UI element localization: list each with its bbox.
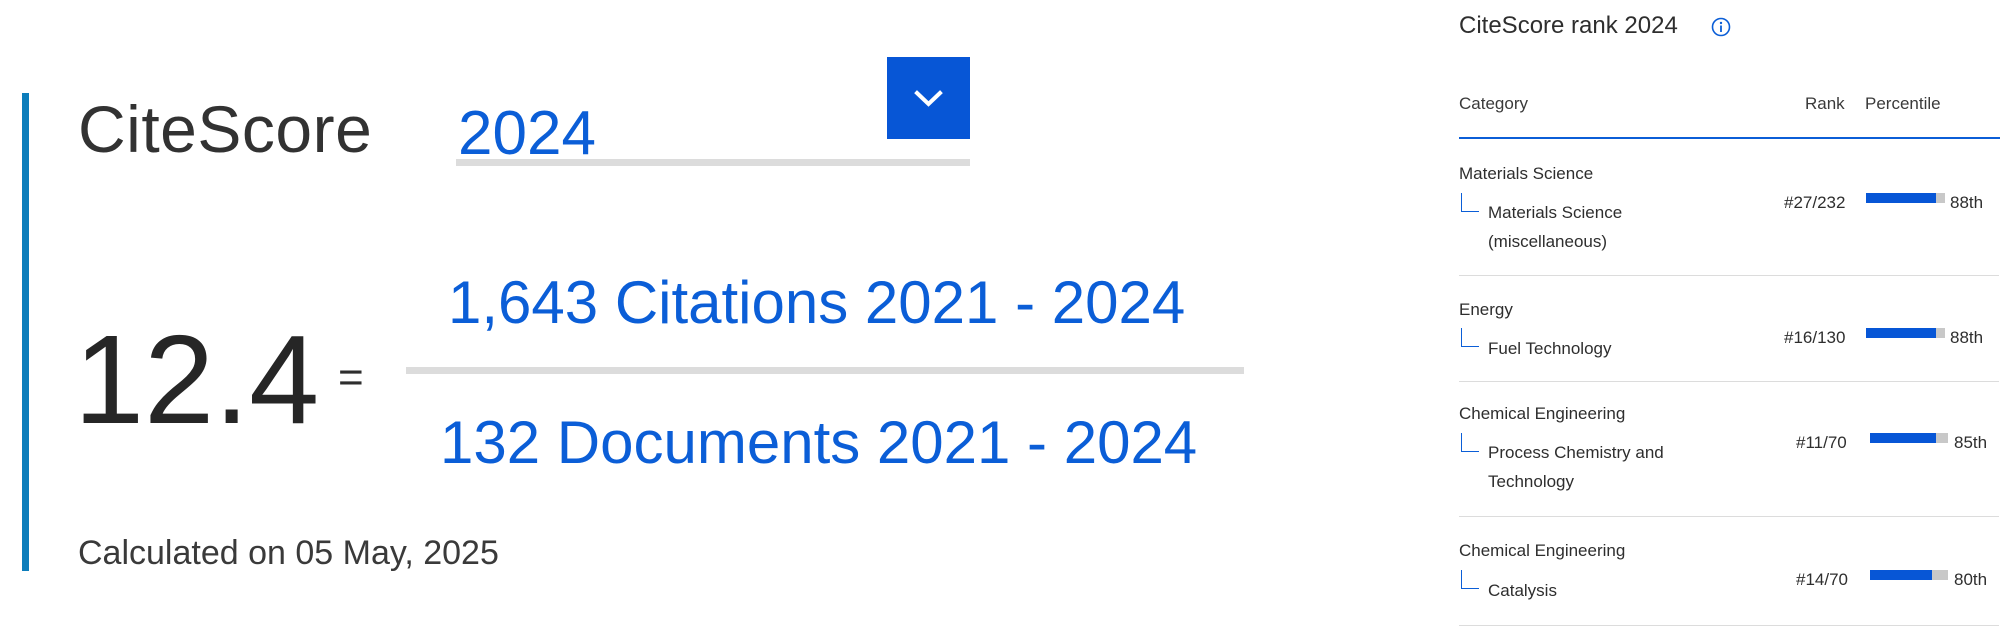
chevron-down-icon	[914, 90, 943, 107]
row-subcategory[interactable]: Catalysis	[1488, 576, 1708, 605]
row-category[interactable]: Chemical Engineering	[1459, 402, 1625, 426]
info-icon[interactable]	[1711, 17, 1731, 37]
row-category[interactable]: Chemical Engineering	[1459, 539, 1625, 563]
year-select[interactable]: 2024	[456, 57, 970, 168]
column-header-rank: Rank	[1805, 94, 1845, 113]
row-category[interactable]: Energy	[1459, 298, 1513, 322]
calculated-date: Calculated on 05 May, 2025	[78, 534, 499, 572]
row-subcategory[interactable]: Materials Science (miscellaneous)	[1488, 198, 1708, 256]
column-header-percentile: Percentile	[1865, 94, 1941, 113]
percentile-bar-fill	[1866, 328, 1936, 338]
row-subcategory[interactable]: Fuel Technology	[1488, 334, 1708, 363]
year-dropdown-button[interactable]	[887, 57, 970, 139]
citations-link[interactable]: 1,643 Citations 2021 - 2024	[448, 262, 1185, 344]
percentile-bar	[1870, 570, 1948, 580]
tree-connector	[1461, 193, 1479, 212]
percentile-bar-fill	[1866, 193, 1936, 203]
tree-connector	[1461, 570, 1479, 589]
year-select-underline	[456, 159, 970, 166]
fraction-divider	[406, 367, 1244, 374]
citescore-value: 12.4	[74, 309, 320, 450]
tree-connector	[1461, 328, 1479, 347]
row-separator	[1459, 275, 1999, 276]
header-rule	[1459, 137, 2000, 139]
rank-panel-title: CiteScore rank 2024	[1459, 12, 1678, 39]
row-rank: #27/232	[1784, 193, 1846, 212]
row-rank: #11/70	[1796, 433, 1847, 452]
row-separator	[1459, 625, 1999, 626]
documents-link[interactable]: 132 Documents 2021 - 2024	[440, 402, 1197, 484]
percentile-bar-fill	[1870, 570, 1933, 580]
row-percentile: 80th	[1954, 570, 1988, 589]
tree-connector	[1461, 433, 1479, 452]
accent-bar	[22, 93, 29, 571]
column-header-category: Category	[1459, 94, 1528, 113]
row-rank: #16/130	[1784, 328, 1846, 347]
percentile-bar	[1866, 193, 1945, 203]
percentile-bar	[1870, 433, 1948, 443]
row-category[interactable]: Materials Science	[1459, 162, 1593, 186]
equals-sign: =	[338, 353, 364, 402]
citescore-label: CiteScore	[78, 92, 373, 166]
row-separator	[1459, 381, 1999, 382]
row-separator	[1459, 516, 1999, 517]
percentile-bar	[1866, 328, 1945, 338]
row-subcategory[interactable]: Process Chemistry and Technology	[1488, 438, 1698, 496]
row-percentile: 88th	[1950, 193, 1984, 212]
percentile-bar-fill	[1870, 433, 1937, 443]
row-percentile: 88th	[1950, 328, 1984, 347]
row-rank: #14/70	[1796, 570, 1848, 589]
row-percentile: 85th	[1954, 433, 1988, 452]
